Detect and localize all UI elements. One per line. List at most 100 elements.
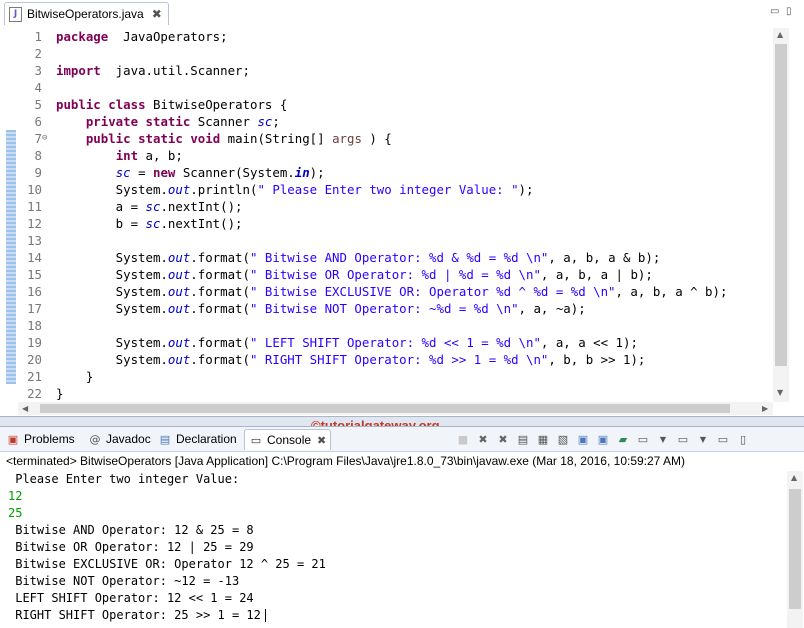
code-token: sc bbox=[145, 216, 161, 231]
scroll-left-icon[interactable]: ◀ bbox=[22, 404, 28, 413]
code-editor[interactable]: J BitwiseOperators.java ✖ ▭ ▯ 1 package J… bbox=[0, 0, 804, 417]
fold-toggle-icon bbox=[42, 317, 50, 334]
code-line[interactable]: 11 a = sc.nextInt(); bbox=[20, 198, 770, 215]
console-line: Bitwise NOT Operator: ~12 = -13 bbox=[8, 574, 240, 588]
scroll-lock-icon[interactable]: ▦ bbox=[535, 431, 551, 447]
minimize-icon[interactable]: ▭ bbox=[770, 6, 779, 17]
remove-all-launches-icon[interactable]: ✖ bbox=[495, 431, 511, 447]
line-number: 18 bbox=[27, 318, 42, 333]
code-token: out bbox=[167, 301, 191, 316]
word-wrap-icon[interactable]: ▧ bbox=[555, 431, 571, 447]
fold-toggle-icon bbox=[42, 300, 50, 317]
editor-vertical-scroll-thumb[interactable] bbox=[775, 44, 787, 366]
remove-launch-icon[interactable]: ✖ bbox=[475, 431, 491, 447]
console-line: Bitwise AND Operator: 12 & 25 = 8 bbox=[8, 523, 254, 537]
fold-toggle-icon[interactable]: ⊖ bbox=[42, 130, 50, 147]
fold-toggle-icon bbox=[42, 266, 50, 283]
code-line[interactable]: 6 private static Scanner sc; bbox=[20, 113, 770, 130]
line-number: 20 bbox=[27, 352, 42, 367]
code-line[interactable]: 19 System.out.format(" LEFT SHIFT Operat… bbox=[20, 334, 770, 351]
close-tab-icon[interactable]: ✖ bbox=[152, 7, 162, 21]
maximize-icon[interactable]: ▯ bbox=[786, 6, 792, 17]
scroll-up-icon[interactable]: ▲ bbox=[791, 473, 797, 482]
java-file-icon: J bbox=[9, 6, 22, 22]
tab-declaration-label: Declaration bbox=[176, 432, 237, 446]
show-on-output-icon[interactable]: ▣ bbox=[575, 431, 591, 447]
code-token: , a, b, a & b); bbox=[548, 250, 661, 265]
code-token: } bbox=[56, 369, 94, 384]
line-source bbox=[50, 79, 56, 96]
view-tab-bar: ▣ Problems @ Javadoc ▤ Declaration ▭ Con… bbox=[0, 427, 804, 452]
tab-declaration[interactable]: ▤ Declaration bbox=[158, 429, 237, 449]
code-token: sc bbox=[257, 114, 273, 129]
chevron-down-icon[interactable]: ▼ bbox=[695, 431, 711, 447]
scroll-down-icon[interactable]: ▼ bbox=[777, 388, 783, 397]
code-token: = bbox=[130, 165, 153, 180]
tab-javadoc-label: Javadoc bbox=[106, 432, 151, 446]
display-console-icon[interactable]: ▭ bbox=[635, 431, 651, 447]
line-number: 22 bbox=[27, 386, 42, 401]
editor-horizontal-scroll-thumb[interactable] bbox=[40, 404, 730, 413]
scroll-up-icon[interactable]: ▲ bbox=[777, 30, 783, 39]
open-console-icon[interactable]: ▭ bbox=[675, 431, 691, 447]
editor-tab-bitwiseoperators[interactable]: J BitwiseOperators.java ✖ bbox=[4, 2, 169, 25]
code-line[interactable]: 1 package JavaOperators; bbox=[20, 28, 770, 45]
show-on-error-icon[interactable]: ▣ bbox=[595, 431, 611, 447]
code-line[interactable]: 7 ⊖ public static void main(String[] args… bbox=[20, 130, 770, 147]
scroll-right-icon[interactable]: ▶ bbox=[762, 404, 768, 413]
terminate-icon[interactable]: ■ bbox=[455, 431, 471, 447]
code-line[interactable]: 8 int a, b; bbox=[20, 147, 770, 164]
line-source: System.out.format(" RIGHT SHIFT Operator… bbox=[50, 351, 646, 368]
code-line[interactable]: 15 System.out.format(" Bitwise OR Operat… bbox=[20, 266, 770, 283]
fold-toggle-icon bbox=[42, 28, 50, 45]
declaration-icon: ▤ bbox=[159, 432, 171, 446]
line-number: 11 bbox=[27, 199, 42, 214]
code-line[interactable]: 10 System.out.println(" Please Enter two… bbox=[20, 181, 770, 198]
code-token: System. bbox=[56, 335, 168, 350]
console-output[interactable]: Please Enter two integer Value: 12 25 Bitw… bbox=[8, 471, 326, 624]
tab-console-label: Console bbox=[267, 433, 312, 447]
tab-console[interactable]: ▭ Console ✖ bbox=[244, 429, 332, 450]
code-line[interactable]: 14 System.out.format(" Bitwise AND Opera… bbox=[20, 249, 770, 266]
fold-toggle-icon bbox=[42, 283, 50, 300]
code-token: , a, b, a ^ b); bbox=[615, 284, 728, 299]
line-source: package JavaOperators; bbox=[50, 28, 228, 45]
tab-problems[interactable]: ▣ Problems bbox=[6, 429, 75, 449]
chevron-down-icon[interactable]: ▼ bbox=[655, 431, 671, 447]
code-line[interactable]: 3 import java.util.Scanner; bbox=[20, 62, 770, 79]
javadoc-icon: @ bbox=[89, 432, 101, 446]
fold-toggle-icon bbox=[42, 62, 50, 79]
code-line[interactable]: 18 bbox=[20, 317, 770, 334]
line-source: System.out.format(" Bitwise OR Operator:… bbox=[50, 266, 653, 283]
code-line[interactable]: 16 System.out.format(" Bitwise EXCLUSIVE… bbox=[20, 283, 770, 300]
code-token: private bbox=[85, 114, 139, 129]
code-line[interactable]: 5 public class BitwiseOperators { bbox=[20, 96, 770, 113]
code-line[interactable]: 4 bbox=[20, 79, 770, 96]
pin-console-icon[interactable]: ▰ bbox=[615, 431, 631, 447]
editor-tab-label: BitwiseOperators.java bbox=[27, 7, 144, 21]
code-token: System. bbox=[56, 267, 168, 282]
console-vertical-scroll-thumb[interactable] bbox=[789, 489, 801, 609]
code-line[interactable]: 22} bbox=[20, 385, 770, 402]
close-console-icon[interactable]: ✖ bbox=[317, 434, 326, 447]
line-source: public class BitwiseOperators { bbox=[50, 96, 287, 113]
code-line[interactable]: 13 bbox=[20, 232, 770, 249]
clear-console-icon[interactable]: ▤ bbox=[515, 431, 531, 447]
code-line[interactable]: 9 sc = new Scanner(System.in); bbox=[20, 164, 770, 181]
tab-javadoc[interactable]: @ Javadoc bbox=[88, 429, 151, 449]
code-token: ) { bbox=[361, 131, 392, 146]
code-line[interactable]: 12 b = sc.nextInt(); bbox=[20, 215, 770, 232]
minimize-view-icon[interactable]: ▭ bbox=[715, 431, 731, 447]
code-token: int bbox=[115, 148, 139, 163]
problems-icon: ▣ bbox=[7, 432, 19, 446]
code-line[interactable]: 21 } bbox=[20, 368, 770, 385]
code-token: b = bbox=[56, 216, 146, 231]
code-line[interactable]: 2 bbox=[20, 45, 770, 62]
source-code[interactable]: 1 package JavaOperators; 2 3 import java.uti… bbox=[20, 28, 770, 408]
maximize-view-icon[interactable]: ▯ bbox=[735, 431, 751, 447]
code-line[interactable]: 17 System.out.format(" Bitwise NOT Opera… bbox=[20, 300, 770, 317]
code-line[interactable]: 20 System.out.format(" RIGHT SHIFT Opera… bbox=[20, 351, 770, 368]
code-token: System. bbox=[56, 352, 168, 367]
